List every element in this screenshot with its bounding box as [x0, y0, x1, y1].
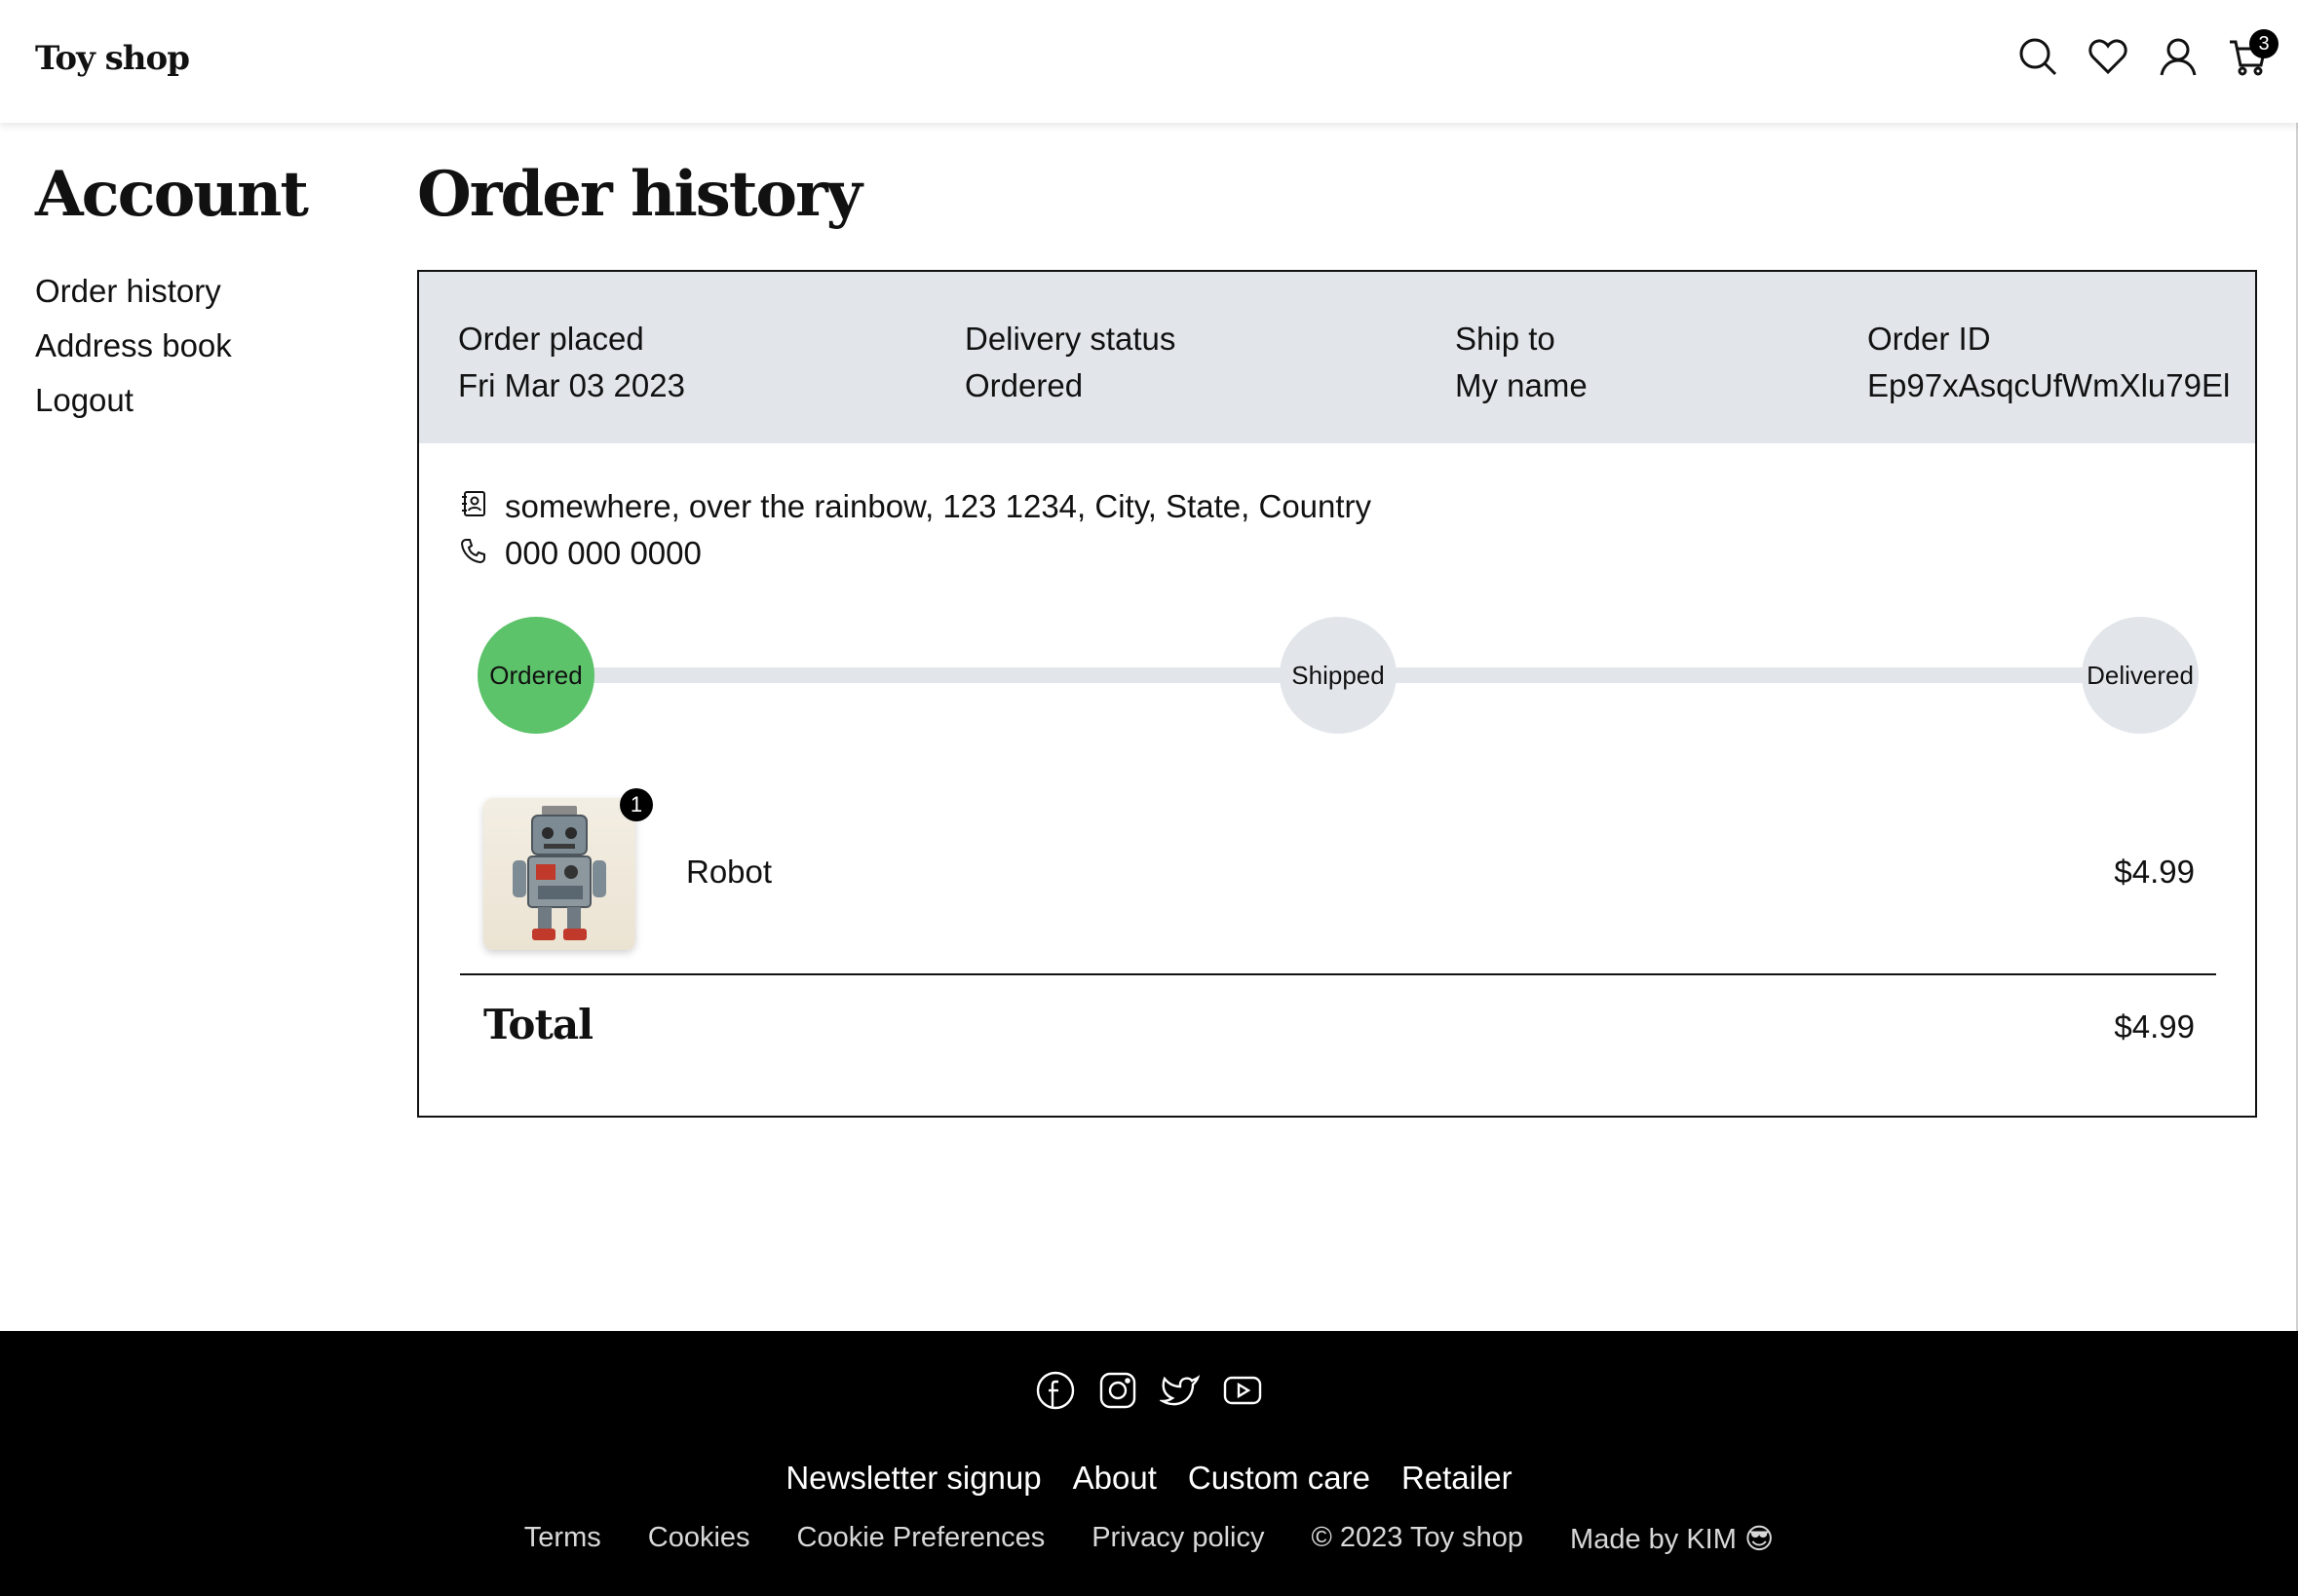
- site-logo[interactable]: Toy shop: [35, 39, 190, 78]
- shipping-address-text: somewhere, over the rainbow, 123 1234, C…: [505, 488, 1372, 524]
- page-title: Order history: [417, 158, 862, 231]
- step-shipped-label: Shipped: [1291, 660, 1385, 690]
- footer-legal-links: Terms Cookies Cookie Preferences Privacy…: [0, 1522, 2298, 1556]
- step-delivered-label: Delivered: [2087, 660, 2194, 690]
- order-placed-label: Order placed: [458, 321, 644, 357]
- robot-image: [513, 806, 606, 940]
- footer-link-cookie-preferences[interactable]: Cookie Preferences: [797, 1522, 1046, 1556]
- shipping-address-row: somewhere, over the rainbow, 123 1234, C…: [460, 488, 1371, 525]
- ship-to-value: My name: [1455, 367, 1588, 403]
- delivery-status-column: Delivery status Ordered: [965, 316, 1175, 409]
- total-label: Total: [483, 1001, 594, 1048]
- order-summary-header: Order placed Fri Mar 03 2023 Delivery st…: [419, 272, 2255, 443]
- footer-link-cookies[interactable]: Cookies: [648, 1522, 750, 1556]
- social-links: [0, 1370, 2298, 1411]
- sidebar-item-logout[interactable]: Logout: [35, 382, 232, 419]
- phone-number-text: 000 000 0000: [505, 535, 702, 571]
- facebook-icon[interactable]: [1035, 1370, 1076, 1411]
- footer-link-privacy-policy[interactable]: Privacy policy: [1092, 1522, 1264, 1556]
- account-heading: Account: [35, 158, 309, 231]
- footer-link-terms[interactable]: Terms: [524, 1522, 601, 1556]
- account-nav: Order history Address book Logout: [35, 273, 232, 419]
- footer-link-retailer[interactable]: Retailer: [1401, 1460, 1513, 1497]
- wishlist-heart-icon[interactable]: [2087, 35, 2128, 78]
- order-placed-column: Order placed Fri Mar 03 2023: [458, 316, 685, 409]
- footer-link-custom-care[interactable]: Custom care: [1188, 1460, 1370, 1497]
- sidebar-item-address-book[interactable]: Address book: [35, 327, 232, 364]
- phone-icon: [460, 535, 487, 572]
- ship-to-column: Ship to My name: [1455, 316, 1588, 409]
- phone-row: 000 000 0000: [460, 535, 702, 572]
- order-placed-value: Fri Mar 03 2023: [458, 367, 685, 403]
- total-price: $4.99: [2114, 1008, 2195, 1045]
- order-id-value: Ep97xAsqcUfWmXlu79El: [1867, 367, 2231, 403]
- footer-main-links: Newsletter signup About Custom care Reta…: [0, 1460, 2298, 1497]
- order-id-label: Order ID: [1867, 321, 1991, 357]
- order-card: Order placed Fri Mar 03 2023 Delivery st…: [417, 270, 2257, 1118]
- header-actions: 3: [2017, 29, 2279, 78]
- ship-to-label: Ship to: [1455, 321, 1555, 357]
- instagram-icon[interactable]: [1097, 1370, 1138, 1411]
- youtube-icon[interactable]: [1222, 1370, 1263, 1411]
- delivery-status-label: Delivery status: [965, 321, 1176, 357]
- product-thumbnail-robot[interactable]: 1: [483, 788, 653, 950]
- item-price: $4.99: [2114, 854, 2195, 890]
- footer-link-about[interactable]: About: [1073, 1460, 1157, 1497]
- search-icon[interactable]: [2017, 35, 2058, 78]
- twitter-icon[interactable]: [1160, 1370, 1201, 1411]
- footer-credit: Made by KIM 😎: [1570, 1524, 1775, 1555]
- sidebar-item-order-history[interactable]: Order history: [35, 273, 232, 310]
- site-header: Toy shop 3: [0, 0, 2298, 123]
- order-id-column: Order ID Ep97xAsqcUfWmXlu79El: [1867, 316, 2230, 409]
- step-ordered: Ordered: [478, 617, 594, 734]
- cart-icon[interactable]: 3: [2228, 29, 2279, 78]
- item-name[interactable]: Robot: [686, 854, 772, 891]
- total-divider: [460, 973, 2216, 975]
- footer-copyright: © 2023 Toy shop: [1311, 1522, 1524, 1553]
- item-quantity-badge: 1: [620, 788, 653, 821]
- footer-link-newsletter[interactable]: Newsletter signup: [785, 1460, 1041, 1497]
- account-user-icon[interactable]: [2158, 35, 2199, 78]
- step-shipped: Shipped: [1280, 617, 1397, 734]
- step-ordered-label: Ordered: [489, 660, 583, 690]
- site-footer: Newsletter signup About Custom care Reta…: [0, 1331, 2298, 1596]
- cart-count-badge: 3: [2249, 29, 2279, 58]
- address-book-icon: [460, 488, 487, 525]
- delivery-progress-tracker: Ordered Shipped Delivered: [478, 617, 2199, 734]
- step-delivered: Delivered: [2082, 617, 2199, 734]
- delivery-status-value: Ordered: [965, 367, 1084, 403]
